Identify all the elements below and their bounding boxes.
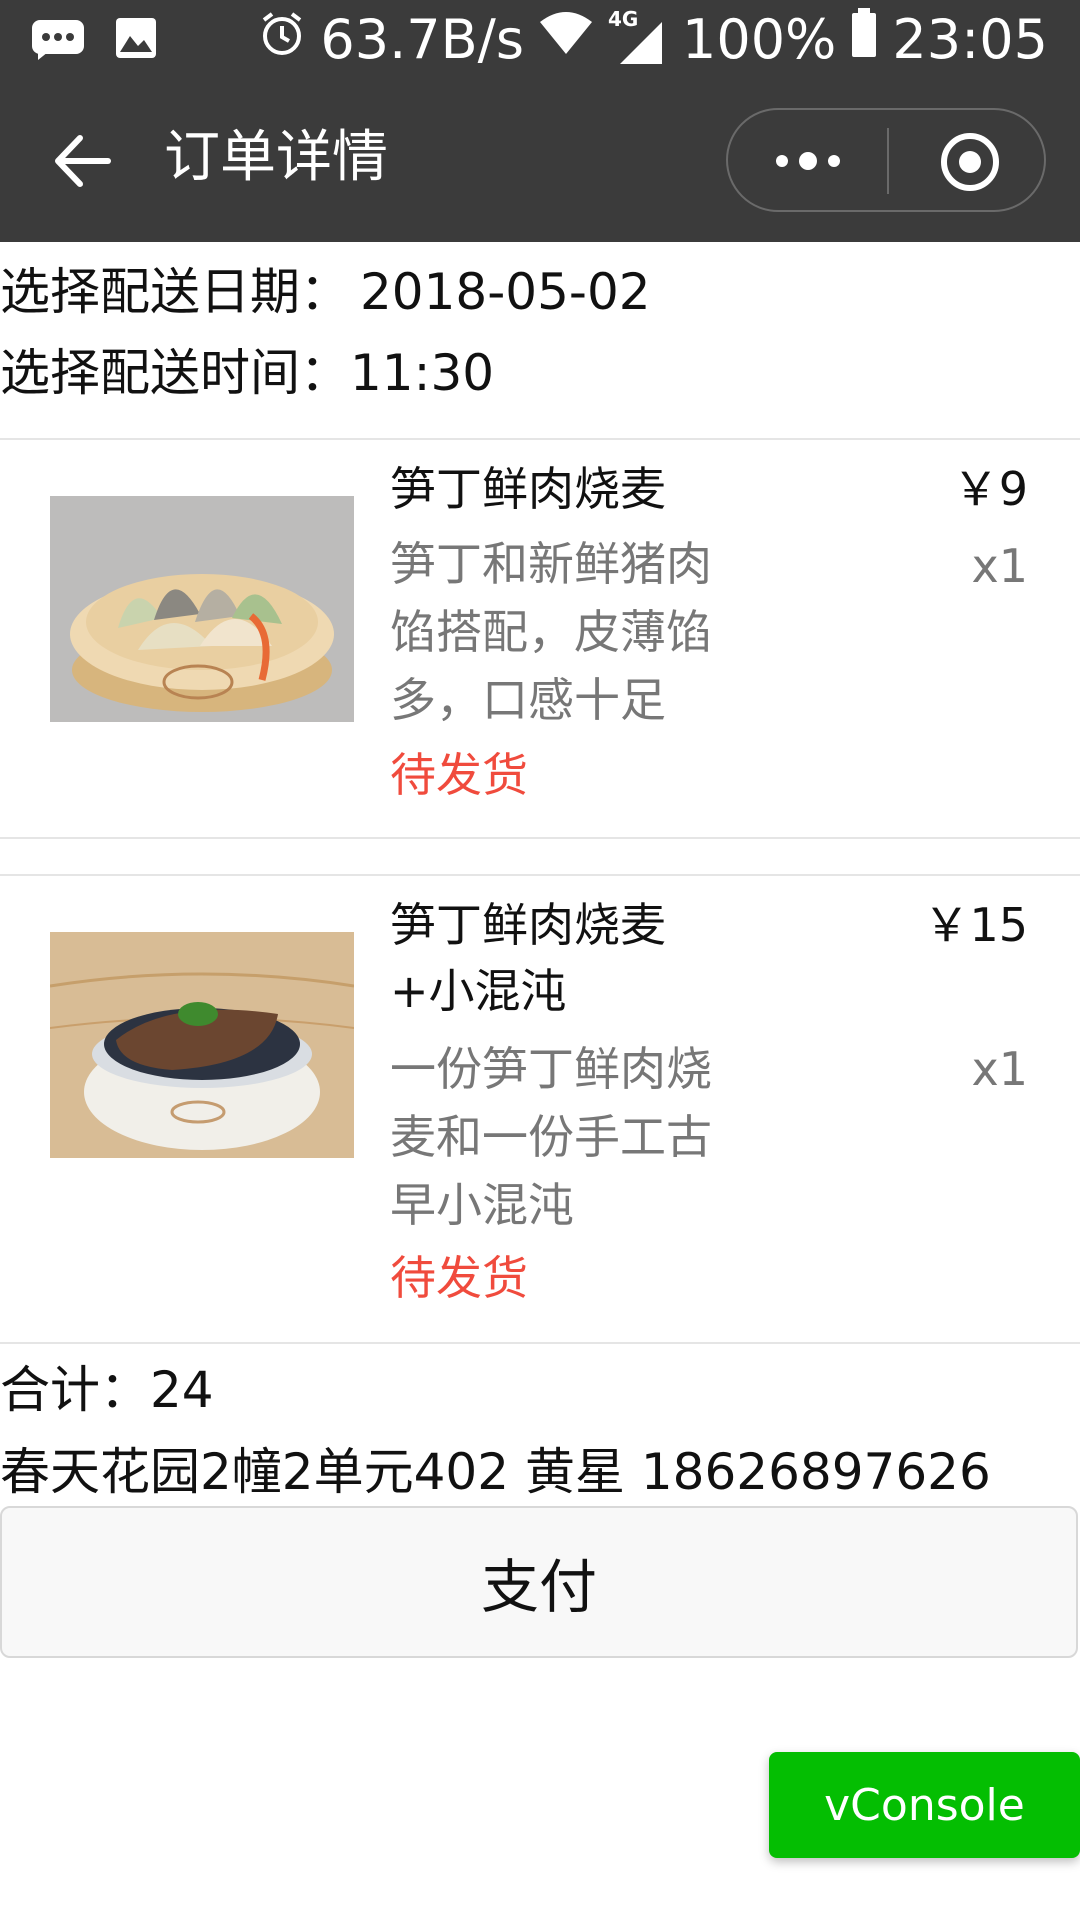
delivery-date-label: 选择配送日期： <box>0 263 350 321</box>
battery-percent: 100% <box>681 8 837 71</box>
status-bar: 63.7B/s 4G 100% 23:05 <box>0 0 1080 80</box>
delivery-time-row[interactable]: 选择配送时间：11:30 <box>0 333 494 405</box>
status-right: 63.7B/s 4G 100% 23:05 <box>258 0 1048 80</box>
delivery-date-row[interactable]: 选择配送日期： 2018-05-02 <box>0 252 651 324</box>
item-quantity: x1 <box>971 539 1029 593</box>
delivery-time-value: 11:30 <box>350 344 495 402</box>
item-description: 一份笋丁鲜肉烧麦和一份手工古早小混沌 <box>390 1042 712 1232</box>
divider <box>0 1342 1080 1344</box>
menu-capsule <box>726 108 1046 212</box>
item-status: 待发货 <box>390 1251 528 1305</box>
item-name: 笋丁鲜肉烧麦 <box>390 462 666 516</box>
delivery-date-value: 2018-05-02 <box>360 263 651 321</box>
address-line: 春天花园2幢2单元402 黄星 18626897626 <box>0 1443 991 1501</box>
item-name: 笋丁鲜肉烧麦+小混沌 <box>390 898 666 1018</box>
item-price: ￥15 <box>923 898 1028 952</box>
nav-bar: 订单详情 <box>0 80 1080 242</box>
capsule-divider <box>887 128 889 194</box>
network-speed: 63.7B/s <box>320 8 524 71</box>
item-image <box>50 932 354 1158</box>
total-value: 24 <box>150 1361 214 1419</box>
item-image <box>50 496 354 722</box>
battery-icon <box>850 0 878 80</box>
message-icon <box>28 16 88 64</box>
divider <box>0 874 1080 876</box>
vconsole-button[interactable]: vConsole <box>769 1752 1080 1858</box>
pay-button[interactable]: 支付 <box>0 1506 1078 1658</box>
divider <box>0 438 1080 440</box>
delivery-time-label: 选择配送时间： <box>0 344 350 402</box>
target-icon[interactable] <box>940 132 1000 192</box>
more-icon[interactable] <box>768 138 848 184</box>
back-arrow-icon[interactable] <box>50 132 114 190</box>
item-quantity: x1 <box>971 1042 1029 1096</box>
clock-time: 23:05 <box>892 8 1048 71</box>
item-status: 待发货 <box>390 748 528 802</box>
page-title: 订单详情 <box>164 125 388 190</box>
item-description: 笋丁和新鲜猪肉馅搭配，皮薄馅多，口感十足 <box>390 537 712 727</box>
image-icon <box>114 16 158 64</box>
divider <box>0 837 1080 839</box>
wifi-icon <box>538 0 594 80</box>
total-row: 合计：24 <box>0 1350 214 1422</box>
total-label: 合计： <box>0 1361 150 1419</box>
alarm-icon <box>258 0 306 80</box>
status-left <box>28 16 158 64</box>
screen: 63.7B/s 4G 100% 23:05 订单详情 选择配送日期： 2018-… <box>0 0 1080 1920</box>
signal-icon: 4G <box>608 8 668 68</box>
item-price: ￥9 <box>952 462 1028 516</box>
